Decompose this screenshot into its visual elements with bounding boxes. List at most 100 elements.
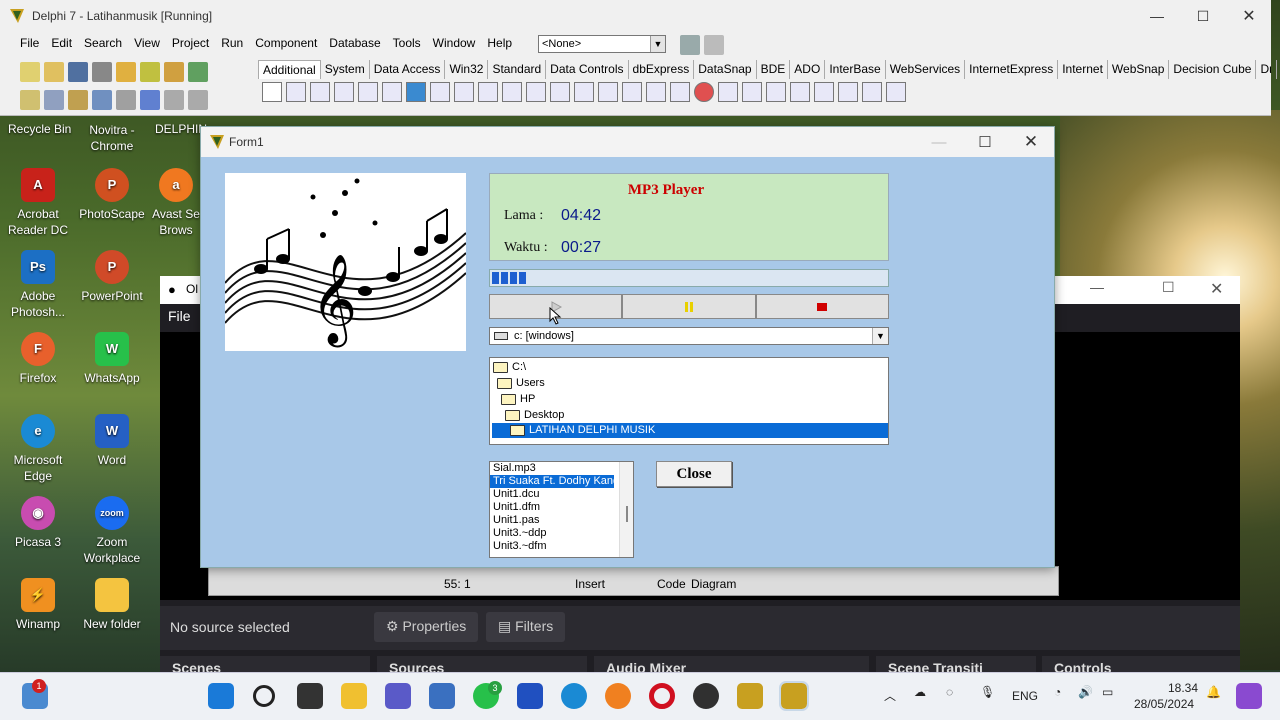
controlbar-icon[interactable]: [574, 82, 594, 102]
menu-project[interactable]: Project: [166, 34, 215, 52]
language-indicator[interactable]: ENG: [1012, 689, 1038, 703]
obs-filters-button[interactable]: ▤ Filters: [486, 612, 566, 642]
save-all-icon[interactable]: [92, 62, 112, 82]
start-icon[interactable]: [208, 683, 234, 709]
edge-taskbar-icon[interactable]: [561, 683, 587, 709]
menu-run[interactable]: Run: [215, 34, 249, 52]
file-item[interactable]: Unit1.pas: [490, 514, 633, 527]
form1-minimize-button[interactable]: —: [916, 127, 962, 157]
dir-item-selected[interactable]: LATIHAN DELPHI MUSIK: [492, 423, 888, 438]
step-over-icon[interactable]: [188, 90, 208, 110]
actionmanager-icon[interactable]: [718, 82, 738, 102]
remove-file-icon[interactable]: [164, 62, 184, 82]
desktop-icon-new-folder[interactable]: New folder: [74, 578, 150, 632]
chevron-down-icon[interactable]: ▼: [650, 36, 665, 52]
chrome-taskbar-icon[interactable]: [605, 683, 631, 709]
toggle-form-unit-icon[interactable]: [68, 90, 88, 110]
obs-taskbar-icon[interactable]: [693, 683, 719, 709]
desktop-layout-combo[interactable]: <None> ▼: [538, 35, 666, 53]
file-listbox[interactable]: Sial.mp3 Tri Suaka Ft. Dodhy Kand Unit1.…: [489, 461, 634, 558]
palette-tab-datasnap[interactable]: DataSnap: [694, 60, 757, 79]
palette-tab-data-controls[interactable]: Data Controls: [546, 60, 629, 79]
desktop-icon-firefox[interactable]: F Firefox: [0, 332, 76, 386]
splitter-icon[interactable]: [526, 82, 546, 102]
file-item-selected[interactable]: Tri Suaka Ft. Dodhy Kand: [490, 475, 619, 488]
applicationevents-icon[interactable]: [598, 82, 618, 102]
file-item[interactable]: Unit3.~ddp: [490, 527, 633, 540]
valuelisteditor-icon[interactable]: [622, 82, 642, 102]
opera-icon[interactable]: [649, 683, 675, 709]
save-icon[interactable]: [68, 62, 88, 82]
file-item[interactable]: Sial.mp3: [490, 462, 633, 475]
tab-diagram[interactable]: Diagram: [691, 577, 736, 591]
menu-tools[interactable]: Tools: [387, 34, 427, 52]
ide-close-button[interactable]: ✕: [1226, 0, 1272, 32]
desktop-icon-picasa[interactable]: ◉ Picasa 3: [0, 496, 76, 550]
desktop-icon-photoscape[interactable]: P PhotoScape: [74, 168, 150, 222]
open-icon[interactable]: [44, 62, 64, 82]
hp-icon[interactable]: [517, 683, 543, 709]
file-item[interactable]: Unit1.dcu: [490, 488, 633, 501]
task-view-icon[interactable]: [297, 683, 323, 709]
pause-button[interactable]: [622, 294, 756, 319]
stop-button[interactable]: [755, 294, 889, 319]
actiontoolbar-icon[interactable]: [766, 82, 786, 102]
file-item[interactable]: Unit1.dfm: [490, 501, 633, 514]
menu-component[interactable]: Component: [249, 34, 323, 52]
desktop-icon-zoom[interactable]: zoom Zoom Workplace: [74, 496, 150, 566]
desktop-icon-avast[interactable]: a Avast Se Brows: [146, 168, 206, 238]
pause-icon[interactable]: [140, 90, 160, 110]
pointer-icon[interactable]: [262, 82, 282, 102]
menu-edit[interactable]: Edit: [45, 34, 78, 52]
desktop-icon-photoshop[interactable]: Ps Adobe Photosh...: [0, 250, 76, 320]
ide-minimize-button[interactable]: —: [1134, 0, 1180, 32]
twilightcolormap-icon[interactable]: [838, 82, 858, 102]
desktop-icon-winamp[interactable]: ⚡ Winamp: [0, 578, 76, 632]
bitbtn-icon[interactable]: [286, 82, 306, 102]
wifi-icon[interactable]: ◔: [1054, 685, 1061, 699]
desktop-recycle-bin-label[interactable]: Recycle Bin: [8, 122, 71, 136]
desktop-icon-edge[interactable]: e Microsoft Edge: [0, 414, 76, 484]
drawgrid-icon[interactable]: [382, 82, 402, 102]
menu-database[interactable]: Database: [323, 34, 386, 52]
shape-icon[interactable]: [430, 82, 450, 102]
store-icon[interactable]: [429, 683, 455, 709]
drive-combobox[interactable]: c: [windows] ▼: [489, 327, 889, 345]
notification-bell-icon[interactable]: 🔔: [1206, 685, 1221, 699]
add-file-icon[interactable]: [140, 62, 160, 82]
xpcolormap-icon[interactable]: [790, 82, 810, 102]
chevron-down-icon[interactable]: ▼: [872, 328, 888, 344]
copilot-icon[interactable]: [1236, 683, 1262, 709]
form1-close-button[interactable]: ✕: [1008, 127, 1054, 157]
cloud-icon[interactable]: ☁: [914, 685, 926, 699]
obs-menu-file[interactable]: File: [168, 308, 191, 324]
bevel-icon[interactable]: [454, 82, 474, 102]
file-explorer-icon[interactable]: [341, 683, 367, 709]
maskedit-icon[interactable]: [334, 82, 354, 102]
view-unit-icon[interactable]: [20, 90, 40, 110]
search-icon[interactable]: [253, 685, 275, 707]
delphi-taskbar-icon[interactable]: [737, 683, 763, 709]
scrollbox-icon[interactable]: [478, 82, 498, 102]
customizedlg-icon[interactable]: [886, 82, 906, 102]
run-icon[interactable]: [116, 90, 136, 110]
teams-icon[interactable]: [385, 683, 411, 709]
palette-tab-internetexpress[interactable]: InternetExpress: [965, 60, 1059, 79]
open-project-icon[interactable]: [116, 62, 136, 82]
speedbutton-icon[interactable]: [310, 82, 330, 102]
battery-icon[interactable]: ▭: [1102, 685, 1113, 699]
scrollbar-thumb[interactable]: [626, 506, 628, 522]
palette-tab-win32[interactable]: Win32: [445, 60, 489, 79]
new-icon[interactable]: [20, 62, 40, 82]
colorbox-icon[interactable]: [670, 82, 690, 102]
form1-maximize-button[interactable]: ☐: [962, 127, 1008, 157]
desktop-icon-acrobat[interactable]: A Acrobat Reader DC: [0, 168, 76, 238]
help-book-icon[interactable]: [188, 62, 208, 82]
standardcolormap-icon[interactable]: [814, 82, 834, 102]
desktop-icon-powerpoint[interactable]: P PowerPoint: [74, 250, 150, 304]
volume-icon[interactable]: 🔊: [1078, 685, 1093, 699]
obs-maximize-button[interactable]: ☐: [1162, 279, 1175, 296]
chart-icon[interactable]: [694, 82, 714, 102]
palette-tab-webservices[interactable]: WebServices: [886, 60, 966, 79]
xpmanifest-icon[interactable]: [862, 82, 882, 102]
